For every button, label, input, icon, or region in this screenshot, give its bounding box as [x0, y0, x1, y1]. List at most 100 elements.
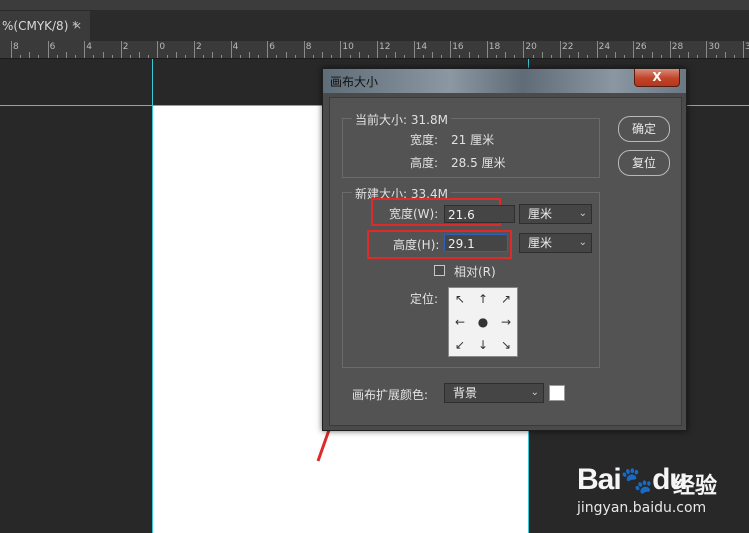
- ruler-tick: [743, 41, 744, 58]
- ruler-tick: [715, 55, 717, 58]
- ruler-tick: [569, 55, 571, 58]
- ruler-tick: [578, 52, 580, 58]
- ruler-tick: [468, 52, 470, 58]
- dialog-title: 画布大小: [330, 75, 379, 89]
- ruler-number: 18: [488, 42, 501, 52]
- baidu-jingyan-watermark: Bai🐾du 经验 jingyan.baidu.com: [577, 450, 747, 530]
- ruler-tick: [550, 55, 552, 58]
- ruler-tick: [459, 55, 461, 58]
- anchor-center-icon[interactable]: ●: [472, 311, 494, 333]
- arrow-down-left-icon[interactable]: ↙: [449, 334, 471, 356]
- ruler-tick: [102, 52, 104, 58]
- horizontal-ruler: 864202468101214161820222426283032: [0, 41, 749, 59]
- ok-button[interactable]: 确定: [618, 116, 670, 142]
- ruler-tick: [285, 52, 287, 58]
- ruler-tick: [184, 55, 186, 58]
- ruler-number: 8: [305, 42, 312, 52]
- jingyan-text: 经验: [673, 474, 718, 499]
- ruler-tick: [560, 41, 561, 58]
- ruler-tick: [395, 52, 397, 58]
- ruler-tick: [587, 55, 589, 58]
- canvas-size-dialog: 画布大小 X 当前大小: 31.8M 宽度: 21 厘米 高度: 28.5 厘米…: [322, 68, 687, 431]
- ruler-tick: [322, 52, 324, 58]
- arrow-down-icon[interactable]: ↓: [472, 334, 494, 356]
- ruler-tick: [441, 55, 443, 58]
- height-unit-select[interactable]: 厘米 ⌄: [519, 233, 592, 253]
- arrow-left-icon[interactable]: ←: [449, 311, 471, 333]
- ruler-tick: [221, 55, 223, 58]
- extension-color-select[interactable]: 背景 ⌄: [444, 383, 544, 403]
- ruler-tick: [212, 52, 214, 58]
- current-width-label: 宽度:: [410, 133, 439, 147]
- ruler-tick: [129, 55, 131, 58]
- ruler-tick: [294, 55, 296, 58]
- watermark-url: jingyan.baidu.com: [577, 500, 707, 516]
- ruler-tick: [93, 55, 95, 58]
- arrow-up-icon[interactable]: ↑: [472, 288, 494, 310]
- ruler-number: 16: [452, 42, 464, 52]
- ruler-tick: [11, 41, 12, 58]
- ruler-tick: [669, 41, 671, 58]
- dialog-close-button[interactable]: X: [634, 69, 680, 87]
- ruler-number: 30: [708, 42, 720, 52]
- width-input[interactable]: 21.6: [444, 205, 515, 223]
- ruler-tick: [276, 55, 278, 58]
- guide-left: [152, 59, 153, 533]
- document-tab-bar: %(CMYK/8) * ×: [0, 11, 749, 41]
- ruler-number: 32: [745, 42, 749, 52]
- ruler-number: 14: [415, 42, 428, 52]
- ruler-tick: [75, 55, 77, 58]
- width-unit-select[interactable]: 厘米 ⌄: [519, 204, 592, 224]
- ruler-tick: [166, 55, 168, 58]
- ruler-tick: [340, 41, 342, 58]
- arrow-up-right-icon[interactable]: ↗: [495, 288, 517, 310]
- reset-button[interactable]: 复位: [618, 150, 670, 176]
- ruler-number: 20: [525, 42, 537, 52]
- extension-color-label: 画布扩展颜色:: [352, 388, 429, 402]
- arrow-down-right-icon[interactable]: ↘: [495, 334, 517, 356]
- ruler-tick: [660, 55, 662, 58]
- ruler-tick: [120, 41, 122, 58]
- ruler-tick: [38, 55, 40, 58]
- relative-label[interactable]: 相对(R): [454, 263, 496, 280]
- ruler-number: 4: [86, 42, 92, 52]
- ruler-tick: [450, 41, 452, 58]
- anchor-grid[interactable]: ↖ ↑ ↗ ← ● → ↙ ↓ ↘: [448, 287, 518, 357]
- ruler-tick: [614, 52, 616, 58]
- arrow-up-left-icon[interactable]: ↖: [449, 288, 471, 310]
- ruler-number: 10: [342, 42, 354, 52]
- ruler-tick: [541, 52, 543, 58]
- dialog-body: 当前大小: 31.8M 宽度: 21 厘米 高度: 28.5 厘米 新建大小: …: [329, 97, 682, 426]
- ruler-number: 8: [13, 42, 19, 52]
- ruler-tick: [678, 55, 680, 58]
- ruler-tick: [56, 55, 58, 58]
- current-height-value: 28.5 厘米: [451, 156, 506, 170]
- relative-checkbox[interactable]: [434, 265, 445, 276]
- ruler-tick: [303, 41, 305, 58]
- ruler-tick: [505, 52, 507, 58]
- ruler-tick: [633, 41, 635, 58]
- ruler-tick: [377, 41, 378, 58]
- dialog-titlebar[interactable]: 画布大小 X: [323, 69, 686, 93]
- close-tab-icon[interactable]: ×: [73, 11, 82, 41]
- ruler-tick: [148, 55, 150, 58]
- height-input[interactable]: 29.1: [444, 234, 508, 252]
- ruler-tick: [175, 52, 177, 58]
- ruler-number: 6: [49, 42, 56, 52]
- ruler-tick: [239, 55, 241, 58]
- ruler-tick: [111, 55, 113, 58]
- ruler-tick: [358, 52, 360, 58]
- document-tab-label: %(CMYK/8) *: [2, 19, 79, 33]
- ruler-tick: [642, 55, 644, 58]
- document-tab[interactable]: %(CMYK/8) * ×: [0, 11, 90, 41]
- ruler-tick: [47, 41, 49, 58]
- ruler-tick: [697, 55, 699, 58]
- arrow-right-icon[interactable]: →: [495, 311, 517, 333]
- ruler-number: 22: [562, 42, 574, 52]
- extension-color-swatch[interactable]: [549, 385, 565, 401]
- ruler-tick: [139, 52, 141, 58]
- current-height-label: 高度:: [410, 156, 439, 170]
- ruler-tick: [386, 55, 388, 58]
- chevron-down-icon: ⌄: [578, 237, 587, 248]
- ruler-tick: [486, 41, 488, 58]
